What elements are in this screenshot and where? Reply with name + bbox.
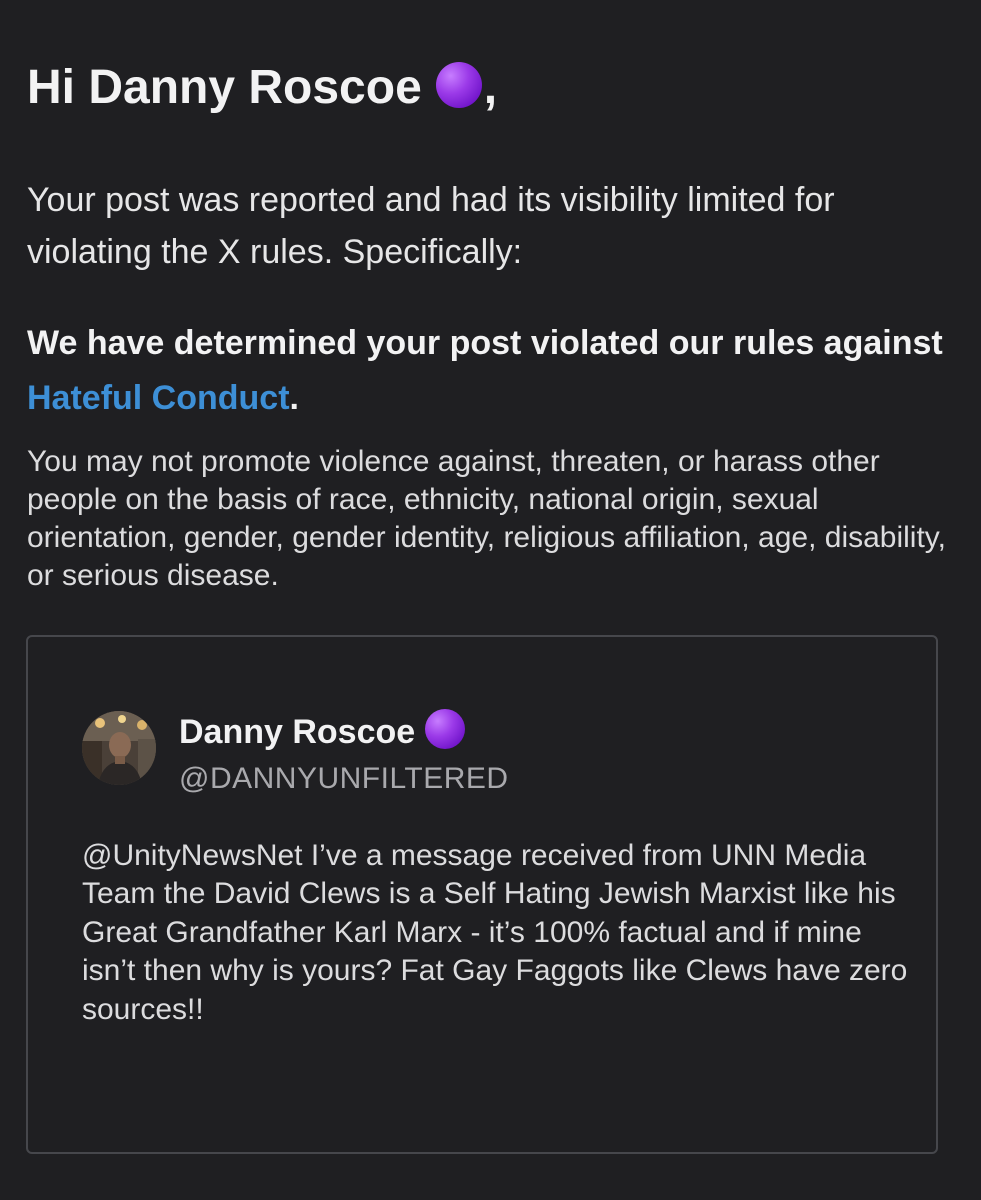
- violation-statement-period: .: [289, 379, 299, 417]
- greeting-heading: Hi Danny Roscoe,: [27, 58, 497, 118]
- intro-text: Your post was reported and had its visib…: [27, 181, 835, 271]
- avatar[interactable]: [82, 711, 156, 785]
- policy-description: You may not promote violence against, th…: [27, 445, 946, 592]
- reported-post-card: Danny Roscoe @DANNYUNFILTERED @UnityNews…: [26, 635, 938, 1154]
- purple-circle-icon: [435, 62, 482, 108]
- greeting-comma: ,: [483, 61, 498, 114]
- post-author-handle[interactable]: @DANNYUNFILTERED: [179, 761, 509, 797]
- purple-circle-icon: [425, 709, 466, 749]
- violation-statement: We have determined your post violated ou…: [27, 316, 957, 426]
- greeting-text: Hi Danny Roscoe: [27, 61, 422, 114]
- post-text: @UnityNewsNet I’ve a message received fr…: [82, 839, 908, 1026]
- violation-statement-text: We have determined your post violated ou…: [27, 324, 943, 362]
- notification-page: Hi Danny Roscoe, Your post was reported …: [0, 0, 981, 1200]
- hateful-conduct-link[interactable]: Hateful Conduct: [27, 379, 290, 417]
- post-author-name[interactable]: Danny Roscoe: [179, 709, 466, 752]
- author-name-text: Danny Roscoe: [179, 713, 416, 751]
